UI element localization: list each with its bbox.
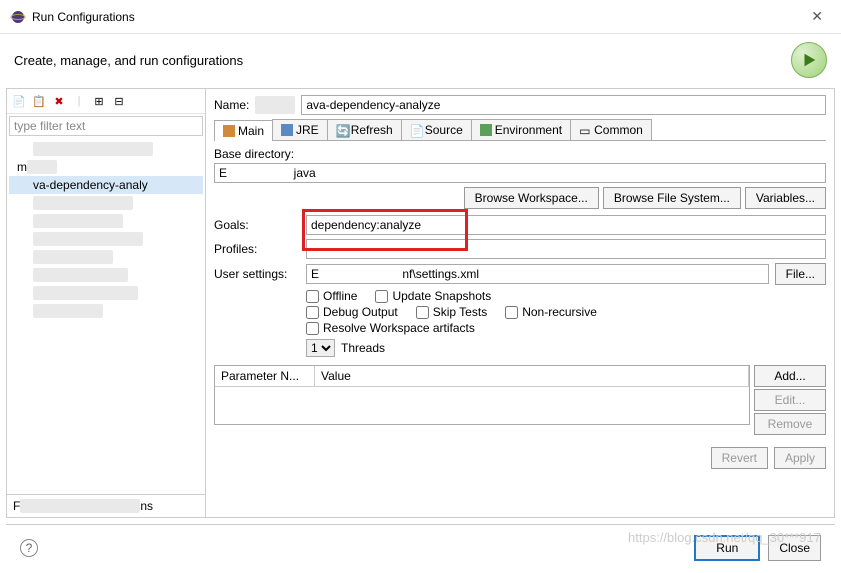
resolve-workspace-checkbox[interactable]: Resolve Workspace artifacts xyxy=(306,321,475,335)
basedir-label: Base directory: xyxy=(214,147,826,161)
debug-output-checkbox[interactable]: Debug Output xyxy=(306,305,398,319)
revert-button[interactable]: Revert xyxy=(711,447,768,469)
run-icon xyxy=(791,42,827,78)
filter-input[interactable]: type filter text xyxy=(9,116,203,136)
non-recursive-checkbox[interactable]: Non-recursive xyxy=(505,305,597,319)
tab-common[interactable]: ▭Common xyxy=(570,119,652,140)
name-input[interactable] xyxy=(301,95,826,115)
variables-button[interactable]: Variables... xyxy=(745,187,826,209)
update-snapshots-checkbox[interactable]: Update Snapshots xyxy=(375,289,491,303)
duplicate-icon[interactable]: 📋 xyxy=(31,93,47,109)
browse-workspace-button[interactable]: Browse Workspace... xyxy=(464,187,599,209)
tree-item-selected[interactable]: va-dependency-analy xyxy=(9,176,203,194)
expand-icon[interactable]: ⊞ xyxy=(91,93,107,109)
footer: ? Run Close xyxy=(6,524,835,571)
close-button[interactable]: Close xyxy=(768,535,821,561)
usersettings-input[interactable] xyxy=(306,264,769,284)
usersettings-label: User settings: xyxy=(214,267,300,281)
edit-button[interactable]: Edit... xyxy=(754,389,826,411)
threads-select[interactable]: 1 xyxy=(306,339,335,357)
run-button[interactable]: Run xyxy=(694,535,760,561)
col-value: Value xyxy=(315,366,749,386)
profiles-label: Profiles: xyxy=(214,242,300,256)
help-icon[interactable]: ? xyxy=(20,539,38,557)
remove-button[interactable]: Remove xyxy=(754,413,826,435)
close-icon[interactable]: ✕ xyxy=(803,6,831,27)
offline-checkbox[interactable]: Offline xyxy=(306,289,357,303)
threads-label: Threads xyxy=(341,341,385,355)
tabs: Main JRE 🔄Refresh 📄Source Environment ▭C… xyxy=(214,119,826,141)
file-button[interactable]: File... xyxy=(775,263,826,285)
tab-environment[interactable]: Environment xyxy=(471,119,571,140)
goals-input[interactable] xyxy=(306,215,826,235)
tab-refresh[interactable]: 🔄Refresh xyxy=(327,119,402,140)
tab-main[interactable]: Main xyxy=(214,120,273,141)
parameters-table[interactable]: Parameter N... Value xyxy=(214,365,750,425)
delete-icon[interactable]: ✖ xyxy=(51,93,67,109)
collapse-icon[interactable]: ⊟ xyxy=(111,93,127,109)
add-button[interactable]: Add... xyxy=(754,365,826,387)
left-toolbar: 📄 📋 ✖ | ⊞ ⊟ xyxy=(7,89,205,114)
header-subtitle: Create, manage, and run configurations xyxy=(14,53,243,68)
left-panel: 📄 📋 ✖ | ⊞ ⊟ type filter text m va-depend… xyxy=(6,89,206,518)
titlebar: Run Configurations ✕ xyxy=(0,0,841,34)
name-label: Name: xyxy=(214,98,249,112)
new-icon[interactable]: 📄 xyxy=(11,93,27,109)
right-panel: Name: Main JRE 🔄Refresh 📄Source Environm… xyxy=(206,89,835,518)
tab-jre[interactable]: JRE xyxy=(272,119,328,140)
apply-button[interactable]: Apply xyxy=(774,447,826,469)
skip-tests-checkbox[interactable]: Skip Tests xyxy=(416,305,487,319)
window-title: Run Configurations xyxy=(32,10,135,24)
basedir-input[interactable] xyxy=(214,163,826,183)
browse-filesystem-button[interactable]: Browse File System... xyxy=(603,187,741,209)
col-parameter: Parameter N... xyxy=(215,366,315,386)
profiles-input[interactable] xyxy=(306,239,826,259)
eclipse-icon xyxy=(10,9,26,25)
tab-source[interactable]: 📄Source xyxy=(401,119,472,140)
config-tree[interactable]: m va-dependency-analy xyxy=(7,138,205,494)
goals-label: Goals: xyxy=(214,218,300,232)
header: Create, manage, and run configurations xyxy=(0,34,841,88)
